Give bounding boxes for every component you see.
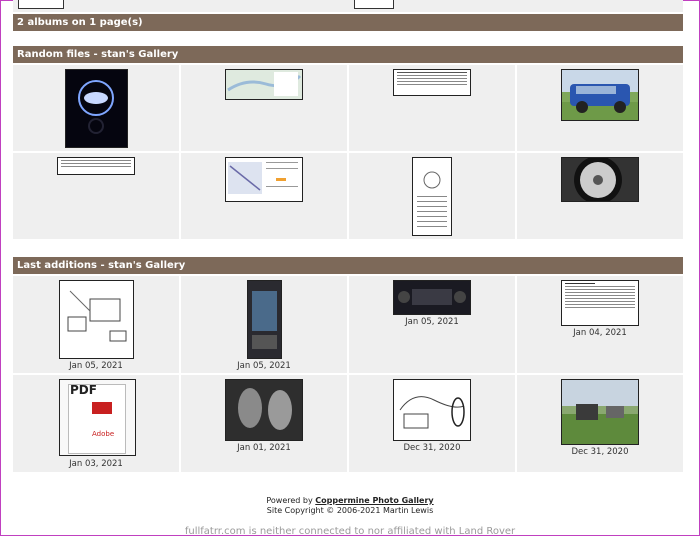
alloy-wheel-thumb[interactable] (561, 157, 639, 202)
date-label: Dec 31, 2020 (403, 443, 461, 453)
manual-page-icon (417, 171, 447, 227)
pdf-thumb[interactable]: PDF Adobe (59, 379, 136, 456)
last-additions-title: Last additions - stan's Gallery (17, 260, 186, 271)
date-label: Jan 03, 2021 (69, 459, 123, 469)
wheel-icon (574, 158, 622, 201)
random-files-title: Random files - stan's Gallery (17, 49, 179, 60)
date-label: Jan 05, 2021 (237, 361, 291, 371)
manual-page-thumb[interactable] (412, 157, 452, 236)
copyright: Site Copyright © 2006-2021 Martin Lewis (266, 506, 434, 515)
last-addition-cell[interactable]: Dec 31, 2020 (517, 375, 683, 472)
trim-panel-icon (226, 380, 302, 440)
random-files-header: Random files - stan's Gallery (13, 46, 683, 63)
last-addition-cell[interactable]: PDF Adobe Jan 03, 2021 (13, 375, 179, 472)
land-rover-logo-thumb[interactable] (65, 69, 128, 148)
chart-document-thumb[interactable] (225, 157, 303, 202)
touchscreen-unit-thumb[interactable] (247, 280, 282, 359)
albums-summary-bar: 2 albums on 1 page(s) (13, 14, 683, 31)
last-addition-cell[interactable]: Jan 05, 2021 (13, 276, 179, 373)
album-row-remnant (13, 0, 683, 12)
wiring-diagram-thumb[interactable] (393, 379, 471, 441)
random-file-cell[interactable] (517, 65, 683, 151)
climate-panel-thumb[interactable] (393, 280, 471, 315)
last-addition-cell[interactable]: Jan 05, 2021 (349, 276, 515, 373)
date-label: Jan 04, 2021 (573, 328, 627, 338)
trim-panel-photo-thumb[interactable] (225, 379, 303, 441)
parts-diagram-icon (67, 290, 127, 342)
cars-photo-icon (562, 380, 638, 444)
album-thumb-remnant[interactable] (18, 0, 64, 9)
land-rover-logo-icon (78, 80, 114, 134)
date-label: Jan 05, 2021 (405, 317, 459, 327)
random-file-cell[interactable] (517, 153, 683, 239)
random-files-grid (13, 65, 683, 241)
last-addition-cell[interactable]: Jan 05, 2021 (181, 276, 347, 373)
last-addition-cell[interactable]: Dec 31, 2020 (349, 375, 515, 472)
last-addition-cell[interactable]: Jan 04, 2021 (517, 276, 683, 373)
album-thumb-remnant[interactable] (354, 0, 394, 9)
spec-sheet-thumb[interactable] (561, 280, 639, 326)
text-document-thumb[interactable] (57, 157, 135, 175)
adobe-label: Adobe (92, 430, 115, 438)
pdf-label: PDF (70, 383, 97, 397)
date-label: Dec 31, 2020 (571, 447, 629, 457)
powered-by-line: Powered by Coppermine Photo Gallery (0, 496, 700, 505)
map-icon (226, 70, 302, 99)
cars-on-grass-thumb[interactable] (561, 379, 639, 445)
touchscreen-icon (252, 291, 277, 349)
coppermine-link[interactable]: Coppermine Photo Gallery (315, 496, 433, 505)
car-photo-icon (562, 70, 638, 120)
map-document-thumb[interactable] (225, 69, 303, 100)
powered-by-text: Powered by (266, 496, 313, 505)
random-file-cell[interactable] (181, 65, 347, 151)
parts-diagram-thumb[interactable] (59, 280, 134, 359)
pdf-icon (92, 402, 112, 414)
last-additions-header: Last additions - stan's Gallery (13, 257, 683, 274)
climate-panel-icon (398, 289, 466, 305)
table-document-thumb[interactable] (393, 69, 471, 96)
random-file-cell[interactable] (13, 153, 179, 239)
date-label: Jan 05, 2021 (69, 361, 123, 371)
blue-range-rover-thumb[interactable] (561, 69, 639, 121)
random-file-cell[interactable] (349, 153, 515, 239)
albums-summary: 2 albums on 1 page(s) (17, 17, 143, 28)
date-label: Jan 01, 2021 (237, 443, 291, 453)
random-file-cell[interactable] (181, 153, 347, 239)
wiring-diagram-icon (399, 396, 465, 429)
chart-doc-icon (228, 162, 298, 194)
random-file-cell[interactable] (13, 65, 179, 151)
random-file-cell[interactable] (349, 65, 515, 151)
disclaimer: fullfatrr.com is neither connected to no… (184, 526, 516, 537)
last-addition-cell[interactable]: Jan 01, 2021 (181, 375, 347, 472)
last-additions-grid: Jan 05, 2021 Jan 05, 2021 Jan 05, 2021 J… (13, 276, 683, 474)
